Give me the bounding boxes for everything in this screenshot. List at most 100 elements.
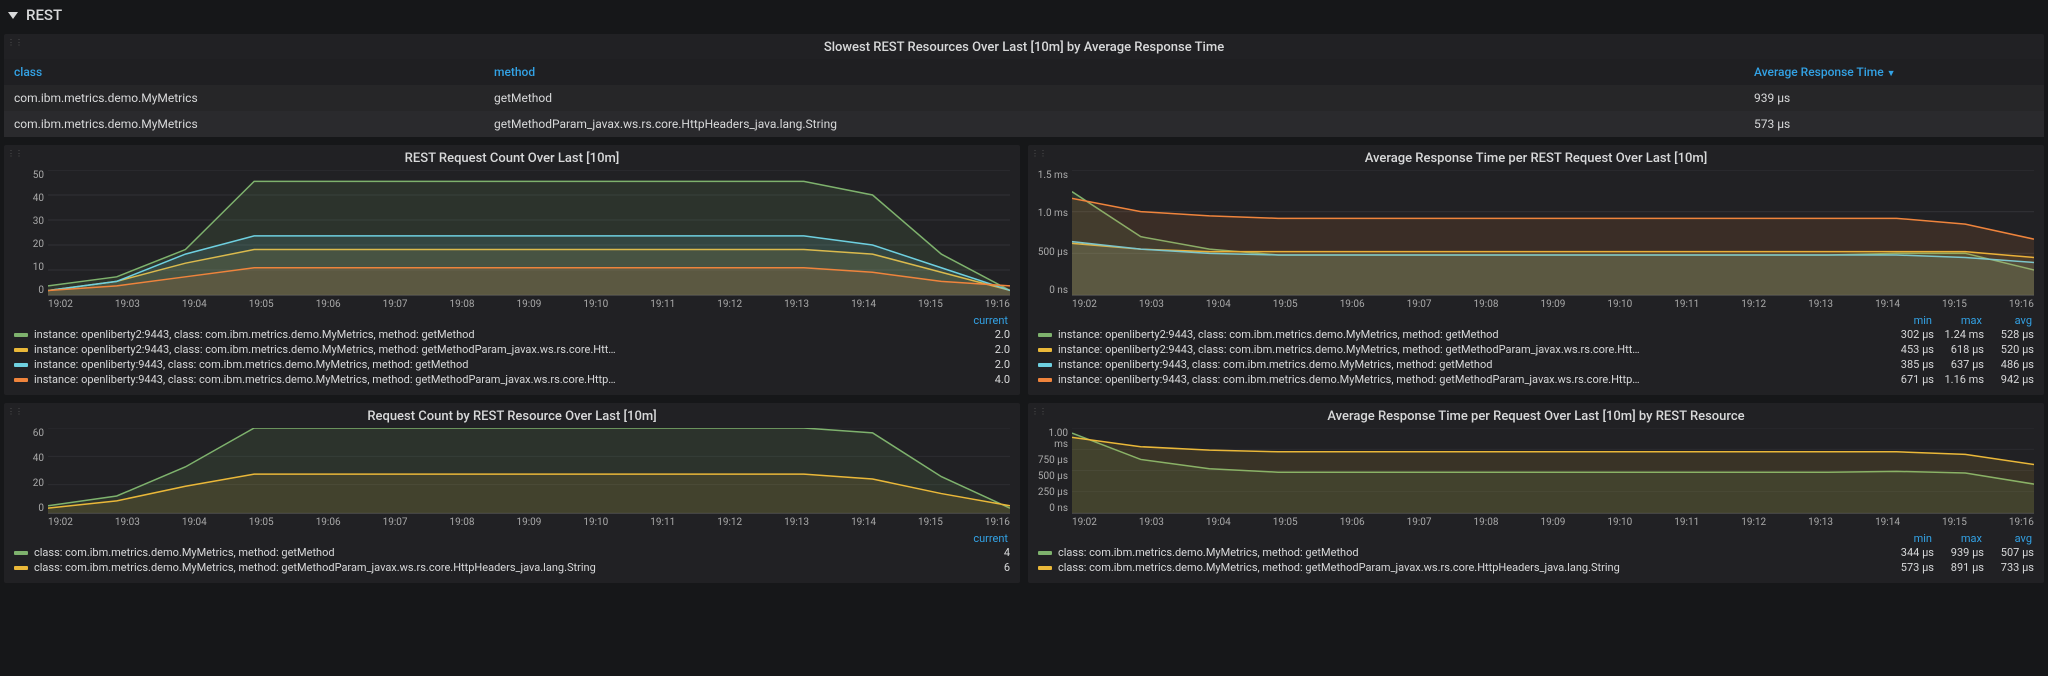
legend-label: class: com.ibm.metrics.demo.MyMetrics, m… [1058, 546, 1884, 559]
x-tick: 19:05 [1273, 299, 1298, 310]
legend-avg: 733 µs [1984, 561, 2034, 574]
legend-swatch [1038, 378, 1052, 382]
legend-item[interactable]: instance: openliberty:9443, class: com.i… [1038, 357, 2034, 372]
legend-item[interactable]: instance: openliberty2:9443, class: com.… [1038, 327, 2034, 342]
panel-title: Slowest REST Resources Over Last [10m] b… [4, 34, 2044, 59]
col-avg[interactable]: avg [1982, 314, 2032, 327]
table-row[interactable]: com.ibm.metrics.demo.MyMetrics getMethod… [4, 111, 2044, 137]
legend-label: instance: openliberty2:9443, class: com.… [1058, 343, 1884, 356]
drag-handle-icon[interactable]: ⋮⋮ [7, 38, 23, 47]
x-tick: 19:02 [1072, 299, 1097, 310]
x-tick: 19:04 [1206, 517, 1231, 528]
legend-swatch [14, 566, 28, 570]
x-tick: 19:10 [1607, 517, 1632, 528]
legend-label: instance: openliberty2:9443, class: com.… [1058, 328, 1884, 341]
drag-handle-icon[interactable]: ⋮⋮ [1031, 149, 1047, 158]
legend-max: 618 µs [1934, 343, 1984, 356]
x-tick: 19:15 [1942, 517, 1967, 528]
y-tick: 0 [10, 285, 44, 296]
x-tick: 19:11 [650, 299, 675, 310]
x-tick: 19:11 [650, 517, 675, 528]
col-max[interactable]: max [1932, 532, 1982, 545]
legend-min: 302 µs [1884, 328, 1934, 341]
chart-area[interactable]: 1.5 ms1.0 ms500 µs0 ns 19:0219:0319:0419… [1028, 170, 2044, 310]
legend-item[interactable]: class: com.ibm.metrics.demo.MyMetrics, m… [14, 560, 1010, 575]
col-avg[interactable]: avg [1982, 532, 2032, 545]
col-min[interactable]: min [1882, 314, 1932, 327]
col-method[interactable]: method [484, 59, 1744, 85]
cell-method: getMethodParam_javax.ws.rs.core.HttpHead… [484, 111, 1744, 137]
drag-handle-icon[interactable]: ⋮⋮ [7, 149, 23, 158]
legend-current: 4 [960, 546, 1010, 559]
x-tick: 19:13 [784, 517, 809, 528]
legend-label: instance: openliberty2:9443, class: com.… [34, 343, 960, 356]
legend-item[interactable]: instance: openliberty:9443, class: com.i… [14, 372, 1010, 387]
legend-label: instance: openliberty:9443, class: com.i… [1058, 358, 1884, 371]
legend-label: instance: openliberty2:9443, class: com.… [34, 328, 960, 341]
x-tick: 19:10 [583, 299, 608, 310]
drag-handle-icon[interactable]: ⋮⋮ [1031, 407, 1047, 416]
legend-item[interactable]: instance: openliberty2:9443, class: com.… [1038, 342, 2034, 357]
chevron-down-icon [8, 12, 18, 19]
legend-swatch [1038, 348, 1052, 352]
x-tick: 19:03 [1139, 299, 1164, 310]
slowest-rest-table-panel: ⋮⋮ Slowest REST Resources Over Last [10m… [4, 34, 2044, 137]
legend: min max avg instance: openliberty2:9443,… [1028, 310, 2044, 395]
x-tick: 19:06 [316, 299, 341, 310]
col-avg-label: Average Response Time [1754, 65, 1884, 79]
x-tick: 19:15 [918, 517, 943, 528]
drag-handle-icon[interactable]: ⋮⋮ [7, 407, 23, 416]
legend: current instance: openliberty2:9443, cla… [4, 310, 1020, 395]
legend-avg: 528 µs [1984, 328, 2034, 341]
col-current[interactable]: current [958, 532, 1008, 545]
legend-swatch [14, 551, 28, 555]
x-tick: 19:14 [1875, 299, 1900, 310]
legend-item[interactable]: instance: openliberty2:9443, class: com.… [14, 327, 1010, 342]
x-tick: 19:02 [48, 299, 73, 310]
legend-max: 1.24 ms [1934, 328, 1984, 341]
legend-item[interactable]: instance: openliberty:9443, class: com.i… [14, 357, 1010, 372]
y-tick: 20 [10, 478, 44, 489]
legend-current: 2.0 [960, 358, 1010, 371]
y-tick: 50 [10, 170, 44, 181]
chart-area[interactable]: 1.00 ms750 µs500 µs250 µs0 ns 19:0219:03… [1028, 428, 2044, 528]
x-tick: 19:02 [48, 517, 73, 528]
legend-max: 637 µs [1934, 358, 1984, 371]
cell-method: getMethod [484, 85, 1744, 111]
chart-area[interactable]: 50403020100 19:0219:0319:0419:0519:0619:… [4, 170, 1020, 310]
y-tick: 40 [10, 193, 44, 204]
col-current[interactable]: current [958, 314, 1008, 327]
x-tick: 19:09 [516, 517, 541, 528]
x-tick: 19:16 [985, 517, 1010, 528]
legend-label: instance: openliberty:9443, class: com.i… [34, 358, 960, 371]
col-class[interactable]: class [4, 59, 484, 85]
legend: min max avg class: com.ibm.metrics.demo.… [1028, 528, 2044, 583]
legend-min: 671 µs [1884, 373, 1934, 386]
request-count-by-resource-panel: ⋮⋮ Request Count by REST Resource Over L… [4, 403, 1020, 583]
legend: current class: com.ibm.metrics.demo.MyMe… [4, 528, 1020, 583]
col-max[interactable]: max [1932, 314, 1982, 327]
legend-item[interactable]: class: com.ibm.metrics.demo.MyMetrics, m… [1038, 545, 2034, 560]
x-tick: 19:04 [182, 299, 207, 310]
legend-item[interactable]: class: com.ibm.metrics.demo.MyMetrics, m… [14, 545, 1010, 560]
panel-title: Request Count by REST Resource Over Last… [4, 403, 1020, 428]
legend-item[interactable]: instance: openliberty:9443, class: com.i… [1038, 372, 2034, 387]
col-min[interactable]: min [1882, 532, 1932, 545]
legend-swatch [14, 348, 28, 352]
legend-item[interactable]: instance: openliberty2:9443, class: com.… [14, 342, 1010, 357]
legend-min: 573 µs [1884, 561, 1934, 574]
x-tick: 19:06 [1340, 299, 1365, 310]
legend-avg: 507 µs [1984, 546, 2034, 559]
x-tick: 19:08 [450, 517, 475, 528]
y-tick: 750 µs [1034, 455, 1068, 466]
legend-item[interactable]: class: com.ibm.metrics.demo.MyMetrics, m… [1038, 560, 2034, 575]
x-tick: 19:12 [717, 517, 742, 528]
table-row[interactable]: com.ibm.metrics.demo.MyMetrics getMethod… [4, 85, 2044, 111]
chart-area[interactable]: 6040200 19:0219:0319:0419:0519:0619:0719… [4, 428, 1020, 528]
y-tick: 0 ns [1034, 285, 1068, 296]
request-count-panel: ⋮⋮ REST Request Count Over Last [10m] 50… [4, 145, 1020, 395]
col-avg-response-time[interactable]: Average Response Time▼ [1744, 59, 2044, 85]
section-header[interactable]: REST [0, 0, 2048, 30]
y-tick: 250 µs [1034, 487, 1068, 498]
x-tick: 19:08 [450, 299, 475, 310]
